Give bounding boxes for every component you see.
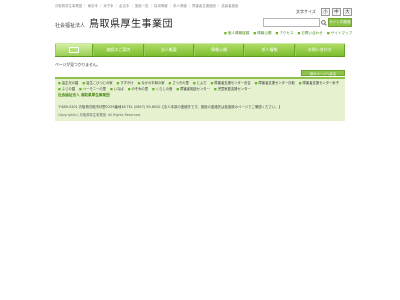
prev-page-button[interactable]: 前のページへ戻る xyxy=(301,70,345,76)
footer-link[interactable]: 皆生光の園 xyxy=(58,81,78,86)
site-search: サイト内検索 xyxy=(263,18,352,27)
nav-disclosure[interactable]: 情報公開 xyxy=(193,44,245,56)
header-topline: 鳥取県厚生事業団 ｜ 東京本 ｜ 米子本 ｜ 倉吉本 ｜ 施設一覧 ｜ 採用情報… xyxy=(55,4,239,8)
footer-link[interactable]: 障害者支援センター倉吉 xyxy=(211,81,250,86)
logo-corp-label: 社会福祉法人 xyxy=(55,23,86,29)
site-logo[interactable]: 社会福祉法人 鳥取県厚生事業団 xyxy=(55,15,173,30)
global-nav: 施設のご案内 法人概要 情報公開 求人情報 お問い合わせ xyxy=(55,43,345,57)
search-icon[interactable] xyxy=(320,18,328,27)
footer-org-name: 社会福祉法人 鳥取県厚生事業団 xyxy=(58,92,110,97)
footer-address: 〒689-0201 鳥取県鳥取市伏野2259番地48 TEL (0857) 59… xyxy=(58,105,283,109)
footer-link[interactable]: ハーモニーの里 xyxy=(79,87,106,92)
footer-link[interactable]: 障害者支援センター鳥取 xyxy=(255,81,295,86)
footer-link[interactable]: いなば xyxy=(110,87,124,92)
nav-recruit[interactable]: 求人情報 xyxy=(244,44,295,56)
not-found-message: ページが見つかりません。 xyxy=(55,62,101,67)
nav-about[interactable]: 法人概要 xyxy=(143,44,194,56)
home-icon xyxy=(69,47,80,53)
font-size-label: 文字サイズ xyxy=(296,9,316,14)
footer-link[interactable]: 障害者相談センター xyxy=(176,87,210,92)
font-size-control: 文字サイズ 小 中 大 xyxy=(296,8,352,16)
main-content: ページが見つかりません。 前のページへ戻る xyxy=(55,60,345,77)
footer-link[interactable]: ふじの園 xyxy=(58,87,75,92)
logo-name: 鳥取県厚生事業団 xyxy=(89,19,174,30)
util-link-disclosure[interactable]: 情報公開 xyxy=(253,31,271,36)
search-button[interactable]: サイト内検索 xyxy=(328,18,352,27)
util-link-privacy[interactable]: 個人情報保護 xyxy=(224,31,250,36)
footer-link[interactable]: なかの平和の家 xyxy=(138,81,164,86)
footer-link[interactable]: とよだ xyxy=(193,81,207,86)
util-link-sitemap[interactable]: サイトマップ xyxy=(327,31,353,36)
footer-link[interactable]: 児童家庭支援センター xyxy=(214,87,251,92)
footer-link[interactable]: 障害者支援センター米子 xyxy=(299,81,339,86)
font-size-medium-button[interactable]: 中 xyxy=(331,8,341,16)
util-link-access[interactable]: アクセス xyxy=(276,31,293,36)
util-link-contact[interactable]: お問い合わせ xyxy=(298,31,323,36)
search-input[interactable] xyxy=(263,18,320,27)
footer-link[interactable]: すずかけ xyxy=(117,81,133,86)
font-size-large-button[interactable]: 大 xyxy=(342,8,352,16)
footer-copyright: Copyright(c) 鳥取県厚生事業団. All Rights Reserv… xyxy=(58,113,141,117)
utility-links: 個人情報保護 情報公開 アクセス お問い合わせ サイトマップ xyxy=(224,31,352,36)
footer-link[interactable]: 皆生こひつじの家 xyxy=(82,81,112,86)
footer-link[interactable]: のぞみの里 xyxy=(128,87,148,92)
footer-link[interactable]: さつきの里 xyxy=(169,81,188,86)
footer-facility-links: 皆生光の園 皆生こひつじの家 すずかけ なかの平和の家 さつきの里 とよだ 障害… xyxy=(55,79,345,92)
nav-contact[interactable]: お問い合わせ xyxy=(294,44,345,56)
footer-link[interactable]: くらしの音 xyxy=(152,87,172,92)
nav-facilities[interactable]: 施設のご案内 xyxy=(93,44,144,56)
nav-home[interactable] xyxy=(55,44,94,56)
font-size-small-button[interactable]: 小 xyxy=(320,8,330,16)
